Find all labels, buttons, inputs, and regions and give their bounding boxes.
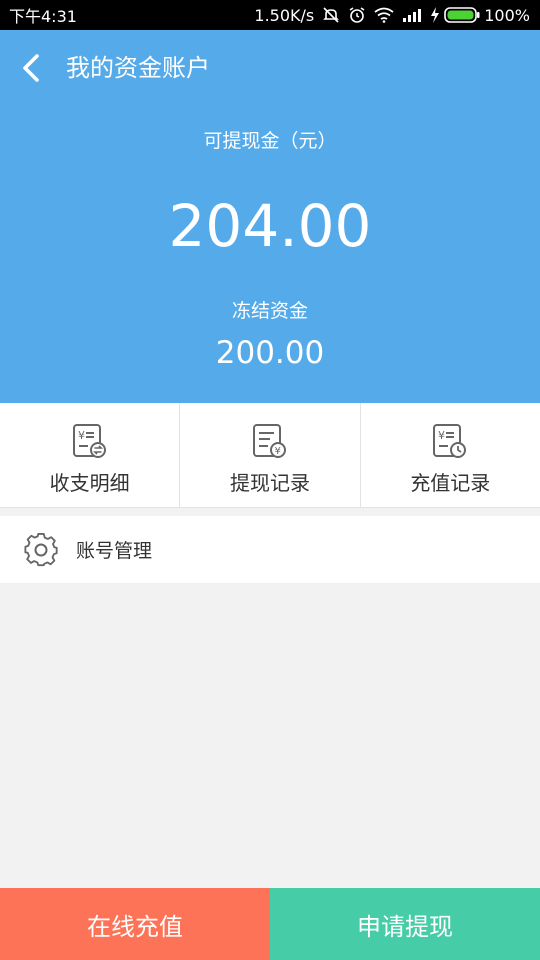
signal-icon <box>403 9 422 22</box>
battery: 100% <box>430 6 530 25</box>
shortcut-income-expense[interactable]: ¥ 收支明细 <box>0 403 179 507</box>
shortcut-recharge-record[interactable]: ¥ 充值记录 <box>359 403 540 507</box>
mute-icon <box>323 7 340 23</box>
available-label: 可提现金（元） <box>203 130 337 152</box>
frozen-amount: 200.00 <box>215 335 325 371</box>
svg-text:¥: ¥ <box>78 429 85 442</box>
status-bar: 下午4:31 1.50K/s 100% <box>0 0 540 30</box>
account-management-row[interactable]: 账号管理 <box>0 516 540 583</box>
shortcut-grid: ¥ 收支明细 ¥ 提现记录 ¥ 充值记录 <box>0 403 540 508</box>
withdraw-record-icon: ¥ <box>252 424 286 458</box>
top-bar: 我的资金账户 <box>0 30 540 106</box>
recharge-record-icon: ¥ <box>433 424 467 458</box>
charging-icon <box>431 7 440 23</box>
back-arrow-icon[interactable] <box>16 52 48 84</box>
income-expense-detail-icon: ¥ <box>72 424 106 458</box>
svg-text:¥: ¥ <box>438 429 445 442</box>
shortcut-withdraw-record[interactable]: ¥ 提现记录 <box>179 403 359 507</box>
gear-icon <box>24 532 58 566</box>
balance-header: 我的资金账户 可提现金（元） 204.00 冻结资金 200.00 <box>0 30 540 403</box>
bottom-action-bar: 在线充值 申请提现 <box>0 888 540 960</box>
wifi-icon <box>374 7 394 23</box>
svg-text:¥: ¥ <box>274 446 280 457</box>
available-amount: 204.00 <box>168 192 372 260</box>
page-title: 我的资金账户 <box>66 54 210 82</box>
status-time: 下午4:31 <box>9 7 77 26</box>
shortcut-label: 提现记录 <box>229 471 310 495</box>
battery-percent: 100% <box>484 5 530 25</box>
apply-withdraw-button[interactable]: 申请提现 <box>270 888 540 960</box>
alarm-icon <box>349 7 365 23</box>
online-recharge-button[interactable]: 在线充值 <box>0 888 270 960</box>
account-management-label: 账号管理 <box>76 540 153 562</box>
shortcut-label: 收支明细 <box>49 471 130 495</box>
status-indicators: 1.50K/s 100% <box>254 6 530 25</box>
battery-icon <box>444 7 480 23</box>
network-speed: 1.50K/s <box>254 5 315 25</box>
frozen-label: 冻结资金 <box>231 300 308 322</box>
shortcut-label: 充值记录 <box>410 471 491 495</box>
